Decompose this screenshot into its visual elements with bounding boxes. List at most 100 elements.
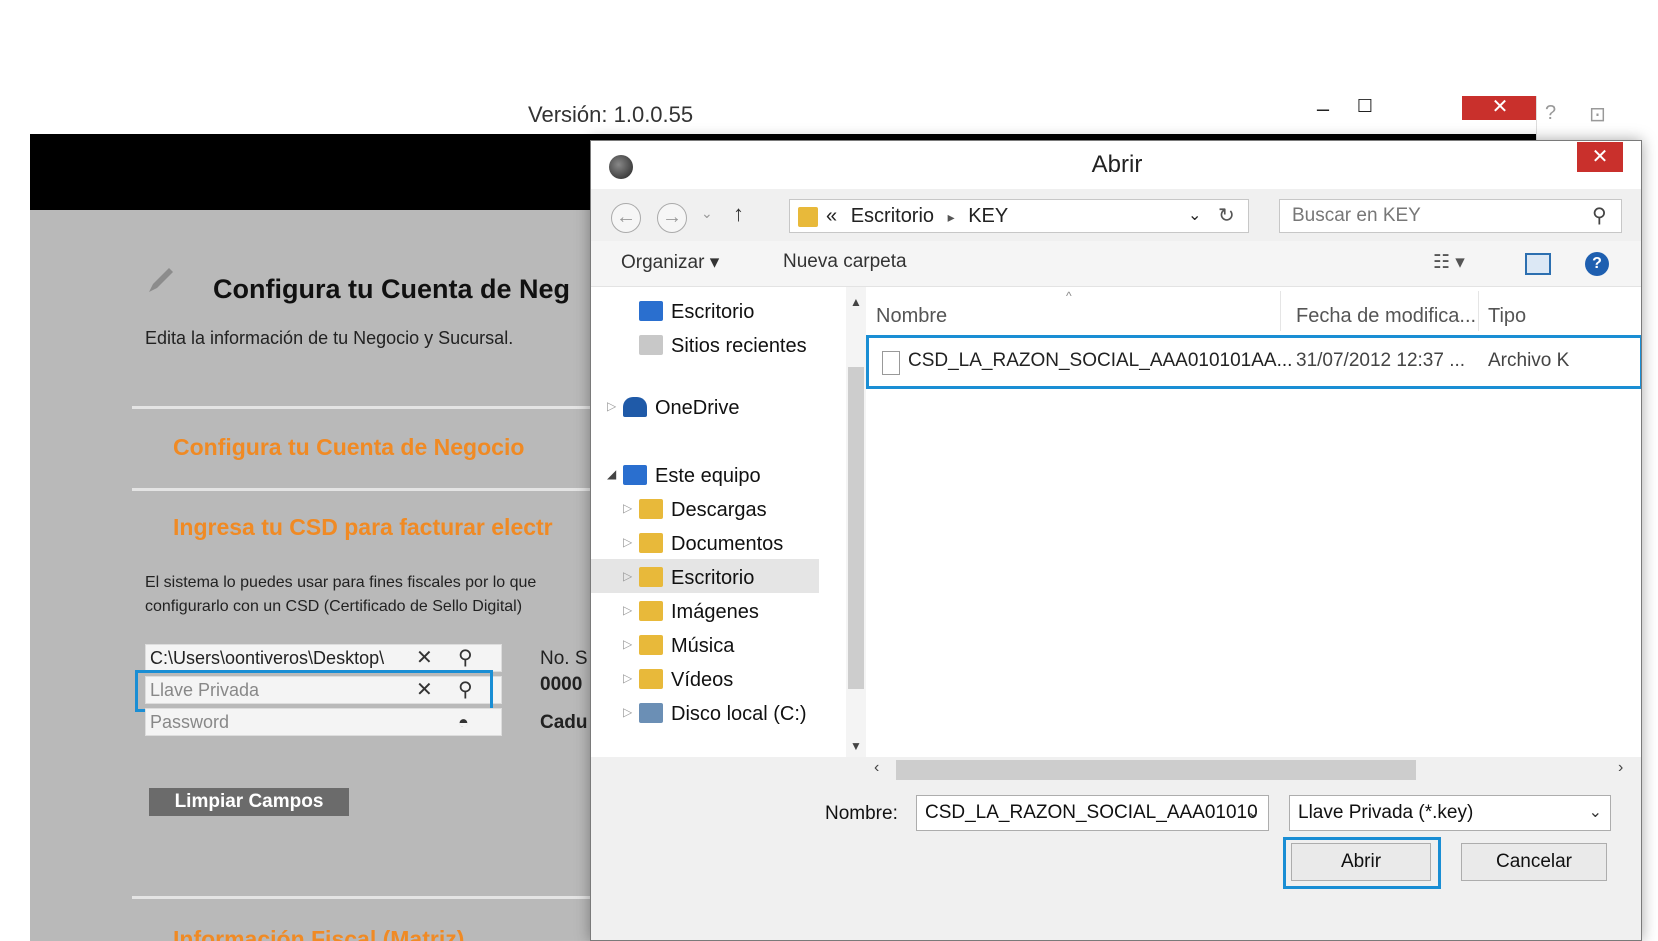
search-input[interactable]: Buscar en KEY ⚲ <box>1279 199 1622 233</box>
navigation-bar: ← → ⌄ ↑ « Escritorio ▸ KEY ⌄ ↻ Buscar en… <box>591 189 1641 241</box>
app-version: Versión: 1.0.0.55 <box>528 102 694 127</box>
expand-icon[interactable]: ▷ <box>623 569 632 583</box>
nav-item-images[interactable]: Imágenes <box>639 597 759 627</box>
clear-fields-button[interactable]: Limpiar Campos <box>149 788 349 816</box>
column-name[interactable]: Nombre <box>876 305 947 328</box>
scroll-right-icon[interactable]: › <box>1618 759 1623 777</box>
csd-description-line2: configurarlo con un CSD (Certificado de … <box>145 598 523 615</box>
expand-icon[interactable]: ▷ <box>623 637 632 651</box>
app-close-button[interactable]: ✕ <box>1462 96 1536 120</box>
back-button[interactable]: ← <box>611 203 641 233</box>
highlight-open-button <box>1283 837 1441 889</box>
dialog-toolbar: Organizar ▾ Nueva carpeta ☷ ▾ ? <box>591 241 1641 287</box>
page-subtitle: Edita la información de tu Negocio y Suc… <box>145 328 514 348</box>
column-separator <box>1478 291 1479 331</box>
desktop-icon <box>639 301 663 321</box>
breadcrumb-key[interactable]: KEY <box>968 205 1008 227</box>
dialog-titlebar: Abrir ✕ <box>591 141 1641 189</box>
scroll-down-icon[interactable]: ▼ <box>850 739 862 753</box>
filename-input[interactable]: CSD_LA_RAZON_SOCIAL_AAA01010 ⌄ <box>916 795 1269 831</box>
chevron-down-icon[interactable]: ⌄ <box>1589 796 1602 830</box>
nav-item-recent[interactable]: Sitios recientes <box>639 331 807 361</box>
recent-locations-button[interactable]: ⌄ <box>701 205 713 222</box>
section-business-account[interactable]: Configura tu Cuenta de Negocio <box>173 434 524 461</box>
sort-ascending-icon: ^ <box>1066 289 1072 303</box>
new-folder-button[interactable]: Nueva carpeta <box>783 251 907 273</box>
clear-icon[interactable]: ✕ <box>416 645 433 671</box>
page-title: Configura tu Cuenta de Neg <box>213 274 570 304</box>
expand-icon[interactable]: ▷ <box>623 603 632 617</box>
computer-icon <box>623 465 647 485</box>
expand-icon[interactable]: ▷ <box>607 399 616 413</box>
scroll-left-icon[interactable]: ‹ <box>874 759 879 777</box>
nav-item-videos[interactable]: Vídeos <box>639 665 733 695</box>
documents-folder-icon <box>639 533 663 553</box>
nav-item-documents[interactable]: Documentos <box>639 529 783 559</box>
pin-icon[interactable]: ⊡ <box>1589 102 1606 127</box>
collapse-icon[interactable]: ◢ <box>607 467 616 481</box>
nav-item-this-pc[interactable]: Este equipo <box>623 461 761 491</box>
cert-number-value: 0000 <box>540 674 583 695</box>
help-icon[interactable]: ? <box>1585 252 1609 276</box>
nav-item-downloads[interactable]: Descargas <box>639 495 767 525</box>
expiry-label: Cadu <box>540 712 588 733</box>
search-placeholder: Buscar en KEY <box>1292 205 1421 226</box>
breadcrumb-escritorio[interactable]: Escritorio <box>851 205 934 227</box>
onedrive-icon <box>623 397 647 417</box>
search-icon[interactable]: ⚲ <box>1592 200 1607 232</box>
highlight-file-row <box>866 335 1641 389</box>
breadcrumb-prefix: « <box>826 205 838 227</box>
horizontal-scrollbar[interactable]: ‹ › <box>866 757 1641 783</box>
nav-scrollbar[interactable]: ▲ ▼ <box>846 287 866 757</box>
folder-icon <box>798 207 818 227</box>
view-options-icon[interactable]: ☷ ▾ <box>1433 251 1465 274</box>
column-separator <box>1280 291 1281 331</box>
nav-item-music[interactable]: Música <box>639 631 734 661</box>
horizontal-scroll-thumb[interactable] <box>896 760 1416 780</box>
expand-icon[interactable]: ▷ <box>623 535 632 549</box>
password-placeholder: Password <box>150 712 230 732</box>
recent-places-icon <box>639 335 663 355</box>
expand-icon[interactable]: ▷ <box>623 705 632 719</box>
breadcrumb-separator[interactable]: ▸ <box>948 209 955 225</box>
downloads-folder-icon <box>639 499 663 519</box>
eye-icon[interactable]: ◓ <box>458 709 469 735</box>
nav-item-desktop-top[interactable]: Escritorio <box>639 297 754 327</box>
address-dropdown-icon[interactable]: ⌄ <box>1188 200 1201 232</box>
scroll-up-icon[interactable]: ▲ <box>850 295 862 309</box>
expand-icon[interactable]: ▷ <box>623 671 632 685</box>
highlight-private-key <box>135 670 493 712</box>
address-bar[interactable]: « Escritorio ▸ KEY ⌄ ↻ <box>789 199 1249 233</box>
file-list: Nombre ^ Fecha de modifica... Tipo CSD_L… <box>866 287 1641 757</box>
organize-menu[interactable]: Organizar ▾ <box>621 251 719 274</box>
expand-icon[interactable]: ▷ <box>623 501 632 515</box>
refresh-icon[interactable]: ↻ <box>1218 200 1235 232</box>
music-folder-icon <box>639 635 663 655</box>
column-modified[interactable]: Fecha de modifica... <box>1296 305 1476 328</box>
maximize-button[interactable]: ☐ <box>1350 96 1380 120</box>
nav-scroll-thumb[interactable] <box>848 367 864 689</box>
section-csd[interactable]: Ingresa tu CSD para facturar electr <box>173 514 553 541</box>
search-icon[interactable]: ⚲ <box>458 645 473 671</box>
dialog-title: Abrir <box>1091 151 1143 178</box>
nav-item-desktop[interactable]: Escritorio <box>639 563 754 593</box>
nav-item-onedrive[interactable]: OneDrive <box>623 393 739 423</box>
column-type[interactable]: Tipo <box>1488 305 1526 328</box>
dialog-footer: Nombre: CSD_LA_RAZON_SOCIAL_AAA01010 ⌄ L… <box>591 783 1641 940</box>
up-button[interactable]: ↑ <box>733 201 744 227</box>
csd-description-line1: El sistema lo puedes usar para fines fis… <box>145 574 537 591</box>
filetype-select[interactable]: Llave Privada (*.key) ⌄ <box>1289 795 1611 831</box>
help-icon[interactable]: ? <box>1545 102 1556 125</box>
dialog-close-button[interactable]: ✕ <box>1577 142 1623 172</box>
password-field[interactable]: Password ◓ <box>145 708 502 736</box>
cancel-button[interactable]: Cancelar <box>1461 843 1607 881</box>
certificate-field[interactable]: C:\Users\oontiveros\Desktop\ ✕ ⚲ <box>145 644 502 672</box>
section-fiscal-info[interactable]: Información Fiscal (Matriz) <box>173 926 464 941</box>
chevron-down-icon[interactable]: ⌄ <box>1247 796 1260 830</box>
preview-pane-icon[interactable] <box>1525 253 1551 275</box>
forward-button[interactable]: → <box>657 203 687 233</box>
drive-icon <box>639 703 663 723</box>
nav-item-local-disk[interactable]: Disco local (C:) <box>639 699 807 729</box>
images-folder-icon <box>639 601 663 621</box>
minimize-button[interactable]: – <box>1308 96 1338 121</box>
